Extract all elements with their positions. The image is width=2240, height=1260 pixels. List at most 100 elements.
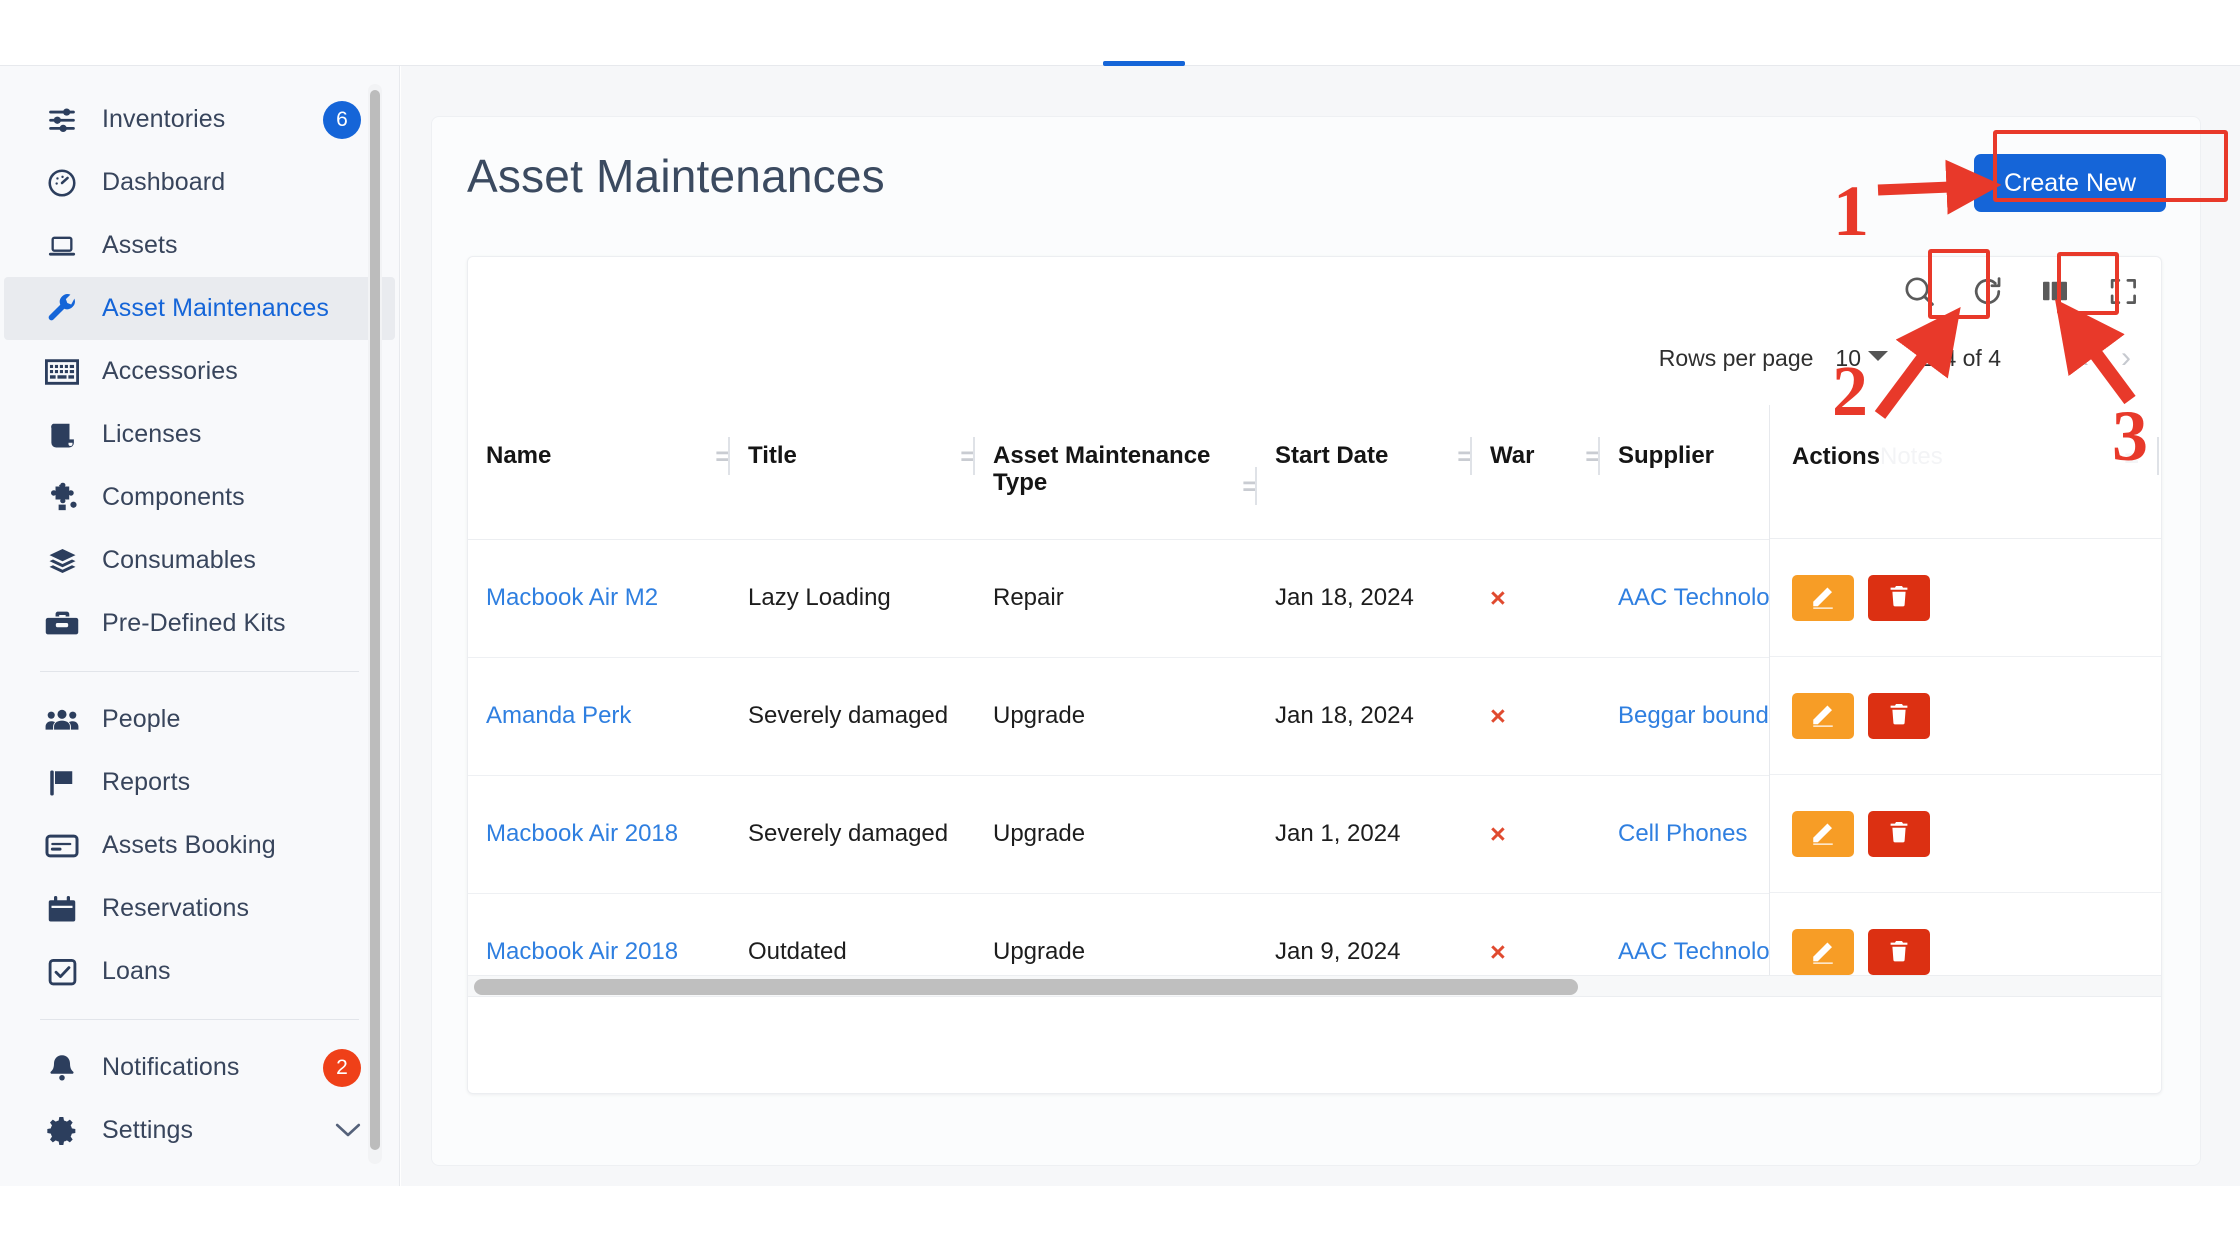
table-horizontal-scrollbar-track[interactable]	[468, 975, 2161, 997]
sidebar-item-label: Consumables	[102, 546, 256, 574]
pagination-prev-button[interactable]: ‹	[2063, 341, 2105, 375]
sidebar-item-components[interactable]: Components	[4, 466, 395, 529]
cell-title-text: Outdated	[748, 938, 847, 966]
sidebar-item-label: People	[102, 705, 181, 733]
sidebar-scrollbar-thumb[interactable]	[370, 90, 380, 1150]
column-header-name[interactable]: Name =	[468, 405, 730, 540]
inventories-badge: 6	[323, 100, 361, 139]
column-header-start[interactable]: Start Date =	[1257, 405, 1472, 540]
cell-type-text: Upgrade	[993, 820, 1086, 847]
sidebar-item-reservations[interactable]: Reservations	[4, 877, 395, 940]
sidebar-item-assets-booking[interactable]: Assets Booking	[4, 814, 395, 877]
delete-row-button[interactable]	[1868, 692, 1930, 739]
sidebar-item-settings[interactable]: Settings	[4, 1099, 395, 1162]
page-title: Asset Maintenances	[467, 150, 885, 202]
delete-row-button[interactable]	[1868, 574, 1930, 621]
cell-supplier-text[interactable]: Cell Phones	[1618, 820, 1747, 847]
table-horizontal-scrollbar-thumb[interactable]	[474, 979, 1578, 995]
cell-name[interactable]: Macbook Air 2018	[468, 775, 730, 894]
trash-icon	[1887, 583, 1911, 612]
sidebar-item-pre-defined-kits[interactable]: Pre-Defined Kits	[4, 592, 395, 655]
cell-name-text[interactable]: Amanda Perk	[486, 702, 631, 729]
sidebar-item-label: Reports	[102, 768, 191, 796]
sidebar-item-label: Licenses	[102, 420, 202, 448]
cell-supplier-text[interactable]: AAC Technolog	[1618, 584, 1783, 611]
table-row: Macbook Air M2 Lazy Loading Repair Jan 18, …	[468, 539, 1868, 658]
cell-type: Repair	[975, 539, 1257, 658]
sidebar-item-dashboard[interactable]: Dashboard	[4, 151, 395, 214]
rows-per-page-value[interactable]: 10	[1835, 345, 1861, 372]
search-icon[interactable]	[1899, 271, 1939, 311]
edit-row-button[interactable]	[1792, 929, 1854, 975]
cell-name-text[interactable]: Macbook Air 2018	[486, 820, 678, 847]
sidebar-item-label: Reservations	[102, 894, 250, 922]
cell-name-text[interactable]: Macbook Air 2018	[486, 938, 678, 965]
table-toolbar	[1899, 271, 2143, 311]
cell-start-date-text: Jan 18, 2024	[1275, 584, 1414, 611]
card-icon	[44, 831, 80, 861]
delete-row-button[interactable]	[1868, 810, 1930, 857]
actions-cell	[1770, 539, 2161, 657]
column-header-title[interactable]: Title =	[730, 405, 975, 540]
app-root: Inventories 6 Dashboard Assets Asset Mai…	[0, 0, 2240, 1260]
cell-title: Severely damaged	[730, 775, 975, 894]
table-footer	[468, 997, 2161, 1093]
column-header-type[interactable]: Asset Maintenance Type =	[975, 405, 1257, 540]
sidebar-item-label: Notifications	[102, 1053, 240, 1081]
sidebar-item-accessories[interactable]: Accessories	[4, 340, 395, 403]
column-header-label: Asset Maintenance Type	[993, 442, 1211, 496]
main-content: Asset Maintenances Create New Rows per p…	[401, 66, 2240, 1186]
cell-name[interactable]: Amanda Perk	[468, 657, 730, 776]
notifications-badge: 2	[323, 1048, 361, 1087]
edit-row-button[interactable]	[1792, 574, 1854, 621]
refresh-icon[interactable]	[1967, 271, 2007, 311]
sidebar-item-assets[interactable]: Assets	[4, 214, 395, 277]
layers-icon	[44, 546, 80, 576]
pencil-icon	[1810, 938, 1836, 967]
cell-title: Lazy Loading	[730, 539, 975, 658]
cell-warranty-text: ×	[1490, 818, 1506, 849]
sidebar-item-asset-maintenances[interactable]: Asset Maintenances	[4, 277, 395, 340]
cell-supplier-text[interactable]: Beggar bounda	[1618, 702, 1782, 729]
sidebar-item-reports[interactable]: Reports	[4, 751, 395, 814]
chevron-down-icon[interactable]	[1867, 348, 1889, 368]
sidebar-item-loans[interactable]: Loans	[4, 940, 395, 1003]
edit-row-button[interactable]	[1792, 810, 1854, 857]
sort-icon[interactable]: =	[2124, 445, 2139, 474]
trash-icon	[1887, 701, 1911, 730]
column-header-warr[interactable]: War =	[1472, 405, 1600, 540]
laptop-icon	[44, 231, 80, 261]
column-divider[interactable]	[2157, 437, 2159, 475]
fullscreen-icon[interactable]	[2103, 271, 2143, 311]
cell-start-date: Jan 1, 2024	[1257, 775, 1472, 894]
edit-row-button[interactable]	[1792, 692, 1854, 739]
sidebar-item-consumables[interactable]: Consumables	[4, 529, 395, 592]
sidebar-item-licenses[interactable]: Licenses	[4, 403, 395, 466]
table-body: Macbook Air M2 Lazy Loading Repair Jan 18, …	[468, 539, 1868, 1011]
cell-name-text[interactable]: Macbook Air M2	[486, 584, 658, 611]
create-new-button[interactable]: Create New	[1974, 154, 2166, 212]
sidebar-item-inventories[interactable]: Inventories 6	[4, 88, 395, 151]
sidebar-item-label: Settings	[102, 1116, 194, 1144]
pencil-icon	[1810, 583, 1836, 612]
sidebar-item-people[interactable]: People	[4, 688, 395, 751]
sidebar-item-label: Asset Maintenances	[102, 294, 329, 322]
sidebar-nav: Inventories 6 Dashboard Assets Asset Mai…	[0, 66, 400, 1186]
pagination-next-button[interactable]: ›	[2105, 341, 2147, 375]
cell-warranty-text: ×	[1490, 582, 1506, 613]
cell-name[interactable]: Macbook Air M2	[468, 539, 730, 658]
cell-type-text: Upgrade	[993, 702, 1086, 729]
delete-row-button[interactable]	[1868, 929, 1930, 975]
chevron-down-icon[interactable]	[335, 1118, 361, 1144]
trash-icon	[1887, 819, 1911, 848]
actions-cell	[1770, 775, 2161, 893]
actions-rows	[1770, 539, 2161, 1011]
sidebar-item-label: Dashboard	[102, 168, 226, 196]
sidebar-item-label: Accessories	[102, 357, 238, 385]
columns-icon[interactable]	[2035, 271, 2075, 311]
cell-supplier-text[interactable]: AAC Technolog	[1618, 938, 1783, 965]
sidebar-item-notifications[interactable]: Notifications 2	[4, 1036, 395, 1099]
people-icon	[44, 705, 80, 735]
sliders-icon	[44, 105, 80, 135]
calendar-icon	[44, 894, 80, 924]
